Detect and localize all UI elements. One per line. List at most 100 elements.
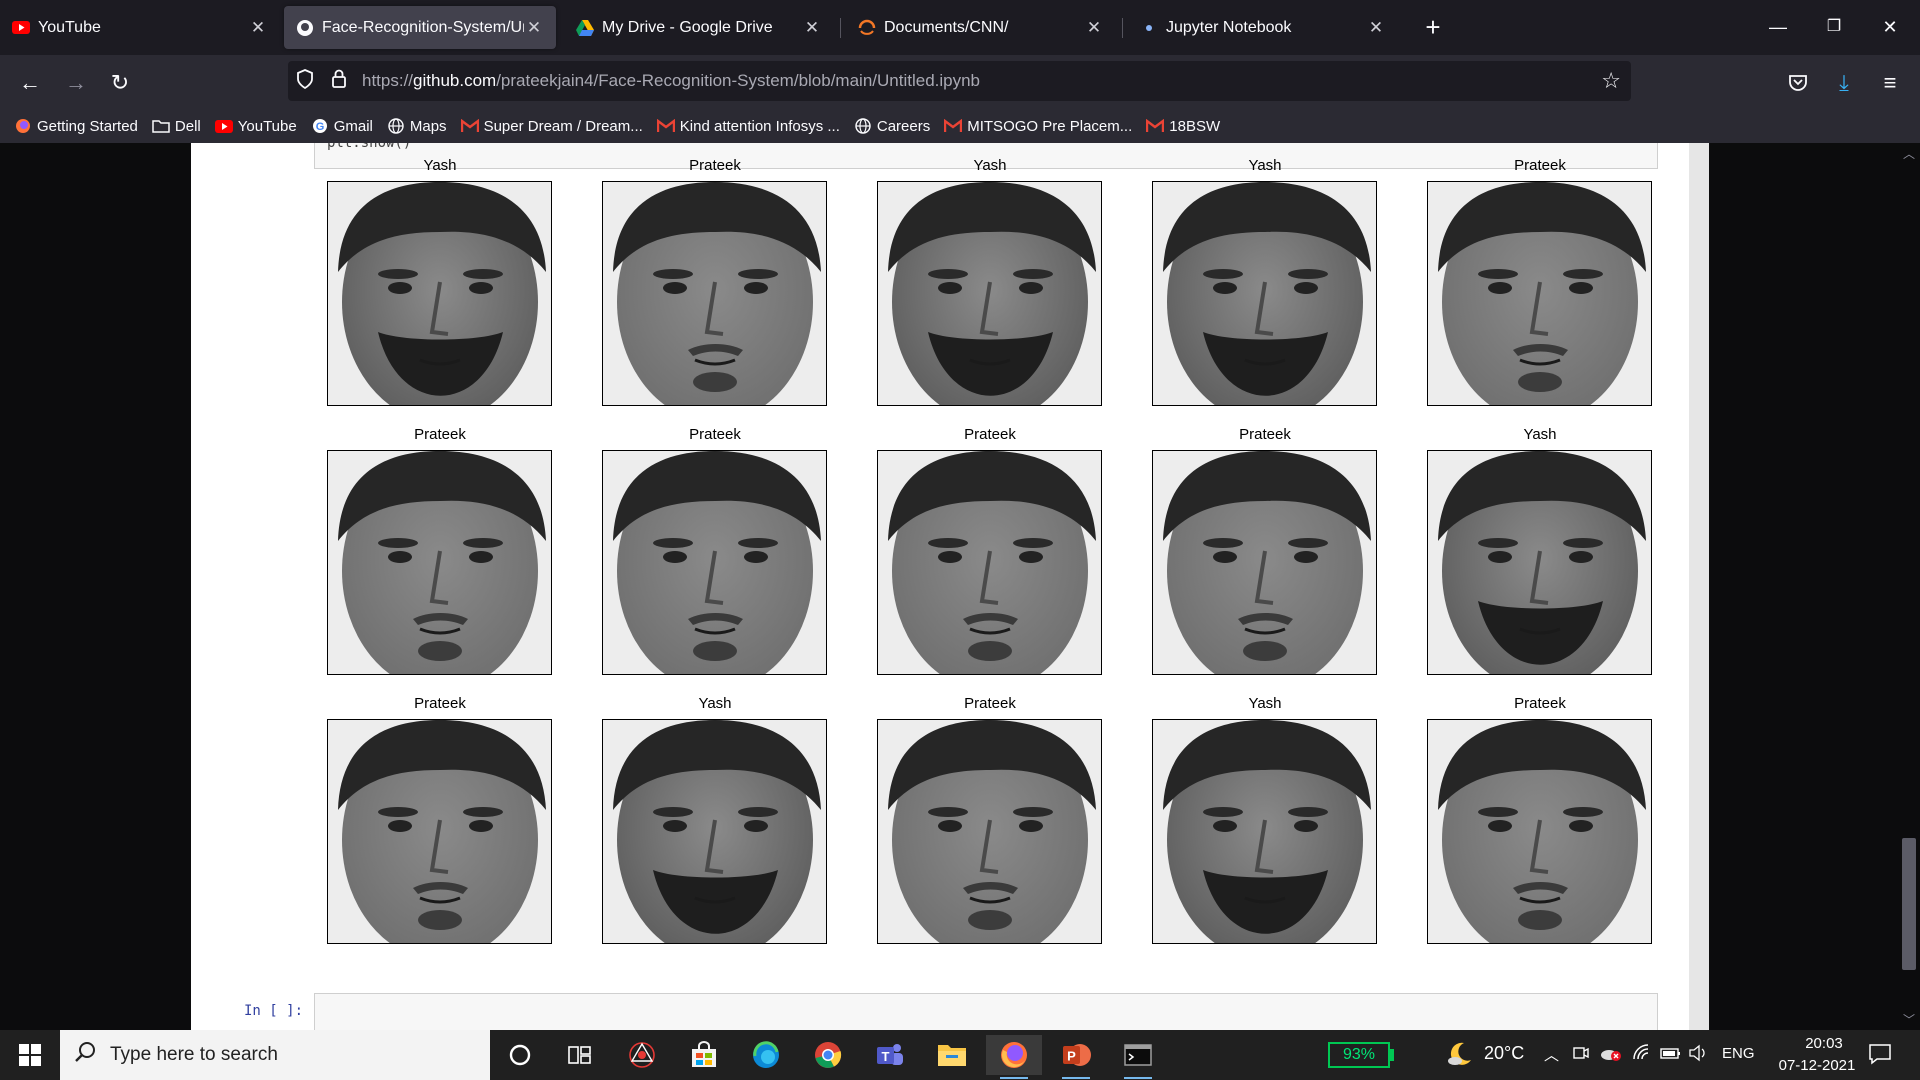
grayscale-face-image <box>1427 181 1652 406</box>
bookmark-youtube[interactable]: YouTube <box>214 117 297 135</box>
bookmark-star-icon[interactable]: ☆ <box>1601 68 1621 94</box>
gmail-icon <box>460 117 479 135</box>
weather-moon-icon[interactable] <box>1446 1040 1474 1072</box>
plot-title: Prateek <box>689 426 741 443</box>
meet-now-icon[interactable] <box>1572 1044 1590 1066</box>
bookmark-18bsw[interactable]: 18BSW <box>1146 117 1220 135</box>
grayscale-face-image <box>1152 719 1377 944</box>
github-icon <box>296 19 314 37</box>
plot-title: Prateek <box>1239 426 1291 443</box>
back-button[interactable]: ← <box>14 68 46 98</box>
chrome-browser-icon[interactable] <box>800 1035 856 1075</box>
tab-strip: YouTube ✕ Face-Recognition-System/Untitl… <box>0 0 1920 55</box>
edge-browser-icon[interactable] <box>738 1035 794 1075</box>
clock-date[interactable]: 07-12-2021 <box>1770 1057 1864 1074</box>
powerpoint-icon[interactable]: P <box>1048 1035 1104 1079</box>
chevron-up-icon[interactable]: ︿ <box>1544 1044 1559 1065</box>
jupyter-icon <box>1140 19 1158 37</box>
bookmark-super-dream[interactable]: Super Dream / Dream... <box>460 117 643 135</box>
navigation-bar: ← → ↻ https://github.com/prateekjain4/Fa… <box>0 55 1920 109</box>
windows-start-icon[interactable] <box>10 1042 50 1068</box>
plot-title: Yash <box>1248 157 1282 174</box>
notifications-icon[interactable] <box>1868 1042 1892 1070</box>
onedrive-offline-icon[interactable] <box>1600 1044 1622 1066</box>
scroll-down-arrow-icon[interactable]: ﹀ <box>1898 1011 1920 1028</box>
plot-title: Prateek <box>414 695 466 712</box>
pocket-icon[interactable] <box>1782 68 1814 98</box>
grayscale-face-image <box>1152 181 1377 406</box>
folder-icon <box>152 117 170 135</box>
teams-icon[interactable]: T <box>862 1035 918 1075</box>
bookmark-gmail[interactable]: G Gmail <box>311 117 373 135</box>
microsoft-store-icon[interactable] <box>676 1035 732 1075</box>
battery-indicator[interactable]: 93% <box>1328 1042 1390 1068</box>
globe-icon <box>387 117 405 135</box>
url-bar[interactable]: https://github.com/prateekjain4/Face-Rec… <box>288 61 1631 101</box>
task-view-icon[interactable] <box>552 1035 608 1075</box>
bookmark-maps[interactable]: Maps <box>387 117 447 135</box>
scroll-up-arrow-icon[interactable]: ︿ <box>1898 145 1920 162</box>
bookmark-kind-attention-infosys[interactable]: Kind attention Infosys ... <box>656 117 840 135</box>
clock-time[interactable]: 20:03 <box>1784 1035 1864 1052</box>
volume-icon[interactable] <box>1688 1044 1710 1066</box>
bookmark-getting-started[interactable]: Getting Started <box>14 117 138 135</box>
firefox-taskbar-icon[interactable] <box>986 1035 1042 1079</box>
tab-youtube[interactable]: YouTube ✕ <box>0 6 280 49</box>
tab-title: Jupyter Notebook <box>1166 18 1292 36</box>
plot-title: Yash <box>973 157 1007 174</box>
file-explorer-icon[interactable] <box>924 1035 980 1075</box>
cortana-icon[interactable] <box>492 1035 548 1075</box>
forward-button[interactable]: → <box>60 68 92 98</box>
tab-jupyter-notebook[interactable]: Jupyter Notebook ✕ <box>1128 6 1398 49</box>
lock-icon[interactable] <box>322 69 356 94</box>
search-placeholder: Type here to search <box>110 1044 278 1065</box>
close-icon[interactable]: ✕ <box>1084 18 1104 38</box>
input-prompt: In [ ]: <box>244 1003 304 1019</box>
tab-github[interactable]: Face-Recognition-System/Untitled ✕ <box>284 6 556 49</box>
bookmark-careers[interactable]: Careers <box>854 117 930 135</box>
tab-google-drive[interactable]: My Drive - Google Drive ✕ <box>564 6 834 49</box>
bookmark-mitsogo[interactable]: MITSOGO Pre Placem... <box>944 117 1132 135</box>
plot-title: Yash <box>698 695 732 712</box>
close-icon[interactable]: ✕ <box>248 18 268 38</box>
terminal-icon[interactable] <box>1110 1035 1166 1079</box>
plot-title: Prateek <box>964 695 1016 712</box>
google-drive-icon <box>576 19 594 37</box>
wifi-icon[interactable] <box>1632 1044 1652 1066</box>
temperature[interactable]: 20°C <box>1484 1043 1524 1064</box>
tracking-protection-icon[interactable] <box>288 68 322 94</box>
globe-icon <box>854 117 872 135</box>
grayscale-face-image <box>327 450 552 675</box>
gmail-icon <box>1146 117 1165 135</box>
page-viewport: plt.show() Yash Prateek Yash Yash Prateek Pra… <box>0 143 1920 1030</box>
battery-tip <box>1390 1049 1394 1061</box>
close-icon[interactable]: ✕ <box>802 18 822 38</box>
tab-documents-cnn[interactable]: Documents/CNN/ ✕ <box>846 6 1116 49</box>
grayscale-face-image <box>602 181 827 406</box>
plot-title: Prateek <box>689 157 741 174</box>
downloads-icon[interactable]: ⤓ <box>1828 68 1860 98</box>
search-icon <box>60 1041 110 1069</box>
menu-icon[interactable]: ≡ <box>1874 68 1906 98</box>
new-tab-button[interactable]: + <box>1418 12 1448 42</box>
svg-text:T: T <box>882 1049 890 1064</box>
minimize-button[interactable]: — <box>1756 12 1800 42</box>
close-icon[interactable]: ✕ <box>524 18 544 38</box>
grayscale-face-image <box>327 719 552 944</box>
spider-app-icon[interactable] <box>614 1035 670 1075</box>
empty-code-cell[interactable] <box>314 993 1658 1030</box>
battery-tray-icon[interactable] <box>1660 1044 1682 1066</box>
reload-button[interactable]: ↻ <box>104 68 136 98</box>
taskbar-search[interactable]: Type here to search <box>60 1030 490 1080</box>
notebook-gutter <box>1689 143 1709 1030</box>
bookmark-dell[interactable]: Dell <box>152 117 201 135</box>
close-window-button[interactable]: ✕ <box>1868 12 1912 42</box>
grayscale-face-image <box>877 181 1102 406</box>
scrollbar-thumb[interactable] <box>1902 838 1916 970</box>
grayscale-face-image <box>1152 450 1377 675</box>
restore-button[interactable]: ❐ <box>1812 12 1856 42</box>
grayscale-face-image <box>602 719 827 944</box>
language-indicator[interactable]: ENG <box>1722 1045 1755 1062</box>
vertical-scrollbar[interactable]: ︿ ﹀ <box>1898 143 1920 1030</box>
close-icon[interactable]: ✕ <box>1366 18 1386 38</box>
